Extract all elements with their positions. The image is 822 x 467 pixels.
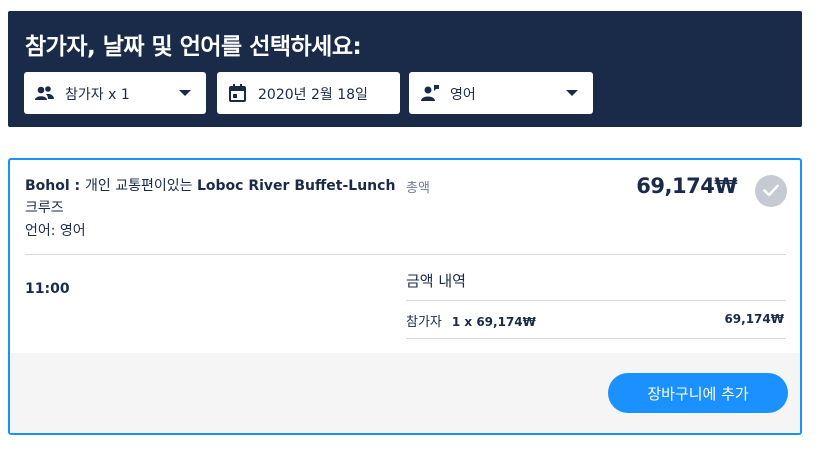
- total-label: 총액: [406, 181, 430, 196]
- card-footer: 장바구니에 추가: [10, 353, 800, 433]
- start-time[interactable]: 11:00: [25, 281, 70, 297]
- chevron-down-icon: [179, 90, 191, 96]
- title-korean: 개인 교통편이있는: [85, 178, 197, 194]
- title-suffix: 크루즈: [25, 200, 64, 216]
- breakdown-row: 참가자 1 x 69,174₩: [406, 311, 536, 330]
- language-dropdown[interactable]: 영어: [409, 72, 593, 114]
- add-to-cart-button[interactable]: 장바구니에 추가: [608, 373, 788, 413]
- people-icon: [35, 86, 54, 100]
- booking-header: 참가자, 날짜 및 언어를 선택하세요: 참가자 x 1 2020년 2월 18…: [8, 11, 802, 127]
- chevron-down-icon: [566, 90, 578, 96]
- calendar-icon: [229, 84, 246, 102]
- check-icon: [763, 184, 779, 197]
- title-name: Loboc River Buffet-Lunch: [196, 178, 396, 194]
- date-picker[interactable]: 2020년 2월 18일: [217, 72, 400, 114]
- option-card[interactable]: Bohol : 개인 교통편이있는 Loboc River Buffet-Lun…: [8, 158, 802, 435]
- title-prefix: Bohol :: [25, 178, 86, 194]
- select-option-check[interactable]: [755, 175, 787, 207]
- date-value: 2020년 2월 18일: [258, 87, 368, 103]
- total-price: 69,174₩: [636, 174, 737, 198]
- divider: [406, 300, 786, 301]
- breakdown-qty: 1 x 69,174₩: [451, 315, 536, 329]
- participants-value: 참가자 x 1: [65, 87, 130, 103]
- price-breakdown-title: 금액 내역: [406, 272, 466, 290]
- breakdown-label: 참가자: [406, 315, 442, 330]
- language-value: 영어: [450, 87, 476, 103]
- participants-dropdown[interactable]: 참가자 x 1: [24, 72, 206, 114]
- divider: [25, 254, 786, 255]
- guide-icon: [421, 85, 439, 101]
- option-language: 언어: 영어: [25, 223, 86, 239]
- divider: [406, 338, 786, 339]
- breakdown-amount: 69,174₩: [724, 312, 784, 326]
- activity-title: Bohol : 개인 교통편이있는 Loboc River Buffet-Lun…: [25, 175, 397, 219]
- header-title: 참가자, 날짜 및 언어를 선택하세요:: [25, 34, 362, 60]
